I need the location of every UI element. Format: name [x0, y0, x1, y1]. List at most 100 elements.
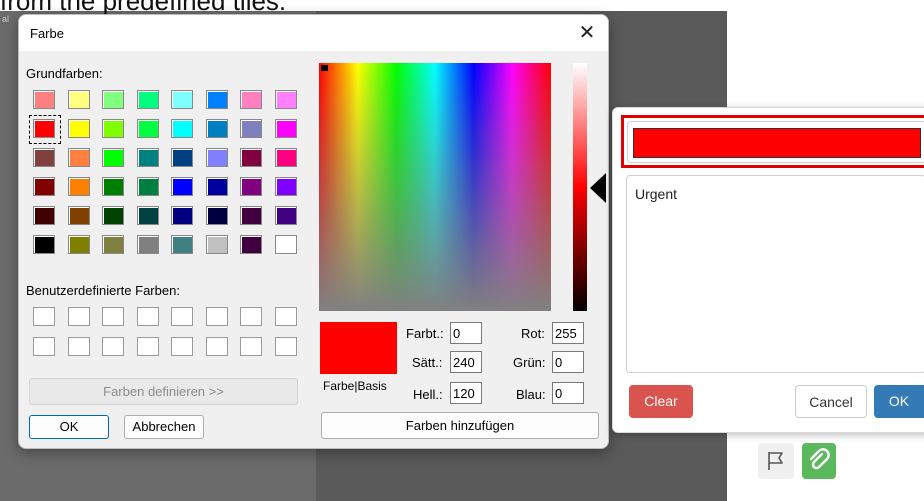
- custom-color-swatch[interactable]: [171, 307, 193, 326]
- custom-color-swatch[interactable]: [240, 307, 262, 326]
- color-spectrum[interactable]: [319, 63, 551, 311]
- custom-color-swatch[interactable]: [33, 307, 55, 326]
- basic-color-swatch[interactable]: [240, 177, 262, 196]
- basic-color-swatch[interactable]: [67, 148, 90, 167]
- flag-button[interactable]: [758, 443, 794, 479]
- define-colors-button[interactable]: Farben definieren >>: [29, 378, 298, 405]
- color-preview: [320, 322, 397, 374]
- basic-color-swatch[interactable]: [205, 206, 228, 225]
- custom-color-swatch[interactable]: [240, 337, 262, 356]
- basic-color-swatch[interactable]: [171, 206, 193, 225]
- basic-color-swatch[interactable]: [33, 206, 55, 225]
- blue-label: Blau:: [516, 387, 546, 402]
- basic-color-swatch[interactable]: [102, 177, 124, 196]
- custom-color-swatch[interactable]: [171, 337, 193, 356]
- basic-color-swatch[interactable]: [171, 177, 193, 196]
- clear-button[interactable]: Clear: [629, 385, 693, 418]
- basic-color-swatch[interactable]: [67, 90, 90, 109]
- custom-colors-label: Benutzerdefinierte Farben:: [26, 283, 180, 298]
- custom-color-swatch[interactable]: [205, 307, 228, 326]
- custom-color-swatch[interactable]: [136, 307, 159, 326]
- basic-color-swatch[interactable]: [240, 206, 262, 225]
- basic-color-swatch[interactable]: [240, 235, 262, 254]
- basic-color-swatch[interactable]: [274, 235, 297, 254]
- basic-color-swatch[interactable]: [274, 148, 297, 167]
- custom-color-swatch[interactable]: [102, 307, 124, 326]
- basic-color-swatch[interactable]: [33, 148, 55, 167]
- flag-icon: [768, 452, 783, 470]
- basic-color-swatch[interactable]: [33, 177, 55, 196]
- basic-color-swatch[interactable]: [205, 235, 228, 254]
- cancel-button[interactable]: Cancel: [795, 385, 867, 418]
- custom-color-swatch[interactable]: [67, 307, 90, 326]
- lum-label: Hell.:: [413, 387, 443, 402]
- basic-color-swatch[interactable]: [136, 148, 159, 167]
- preview-label: Farbe|Basis: [323, 379, 387, 393]
- luminance-slider[interactable]: [573, 63, 587, 311]
- custom-color-swatch[interactable]: [274, 307, 297, 326]
- background-label: al: [2, 14, 10, 24]
- highlight-frame: [621, 115, 924, 168]
- basic-color-swatch[interactable]: [33, 235, 55, 254]
- green-field[interactable]: 0: [552, 351, 584, 373]
- basic-color-swatch[interactable]: [205, 177, 228, 196]
- basic-color-swatch[interactable]: [240, 90, 262, 109]
- basic-color-swatch[interactable]: [67, 177, 90, 196]
- basic-color-swatch[interactable]: [136, 206, 159, 225]
- basic-colors-label: Grundfarben:: [26, 66, 103, 81]
- spectrum-crosshair[interactable]: [321, 65, 328, 71]
- dialog-ok-button[interactable]: OK: [29, 415, 109, 439]
- green-label: Grün:: [513, 355, 546, 370]
- basic-color-swatch[interactable]: [136, 90, 159, 109]
- blue-field[interactable]: 0: [552, 382, 584, 404]
- basic-color-swatch[interactable]: [205, 90, 228, 109]
- dialog-titlebar: Farbe ✕: [19, 15, 608, 51]
- sat-field[interactable]: 240: [450, 351, 482, 373]
- basic-color-swatch[interactable]: [67, 119, 90, 138]
- dialog-cancel-button[interactable]: Abbrechen: [124, 415, 204, 439]
- hue-label: Farbt.:: [406, 326, 444, 341]
- hue-field[interactable]: 0: [450, 322, 482, 344]
- paperclip-icon: [809, 448, 830, 470]
- basic-color-swatch[interactable]: [67, 235, 90, 254]
- basic-color-swatch[interactable]: [102, 206, 124, 225]
- attach-button[interactable]: [802, 443, 836, 479]
- basic-color-swatch[interactable]: [171, 119, 193, 138]
- custom-color-swatch[interactable]: [102, 337, 124, 356]
- basic-color-swatch[interactable]: [274, 206, 297, 225]
- basic-color-swatch[interactable]: [102, 148, 124, 167]
- basic-color-swatch[interactable]: [33, 90, 55, 109]
- add-custom-colors-button[interactable]: Farben hinzufügen: [321, 412, 599, 439]
- custom-color-swatch[interactable]: [205, 337, 228, 356]
- basic-color-swatch[interactable]: [274, 90, 297, 109]
- basic-color-swatch[interactable]: [136, 119, 159, 138]
- basic-color-swatch[interactable]: [102, 90, 124, 109]
- basic-color-swatch[interactable]: [205, 119, 228, 138]
- basic-color-swatch[interactable]: [205, 148, 228, 167]
- custom-color-swatch[interactable]: [67, 337, 90, 356]
- basic-color-swatch[interactable]: [240, 148, 262, 167]
- dialog-title: Farbe: [30, 26, 64, 41]
- note-textarea[interactable]: Urgent: [626, 175, 924, 373]
- basic-color-swatch[interactable]: [171, 235, 193, 254]
- custom-color-swatch[interactable]: [33, 337, 55, 356]
- luminance-arrow-icon[interactable]: [590, 173, 606, 203]
- basic-color-swatch[interactable]: [171, 90, 193, 109]
- basic-color-swatch[interactable]: [171, 148, 193, 167]
- color-dialog: Farbe ✕ Grundfarben: Benutzerdefinierte …: [18, 14, 609, 449]
- basic-color-swatch[interactable]: [102, 235, 124, 254]
- basic-color-swatch[interactable]: [240, 119, 262, 138]
- basic-color-swatch[interactable]: [102, 119, 124, 138]
- close-button[interactable]: ✕: [572, 19, 602, 47]
- custom-color-swatch[interactable]: [136, 337, 159, 356]
- ok-button[interactable]: OK: [874, 385, 924, 418]
- basic-color-swatch[interactable]: [33, 119, 55, 138]
- basic-color-swatch[interactable]: [274, 177, 297, 196]
- basic-color-swatch[interactable]: [67, 206, 90, 225]
- basic-color-swatch[interactable]: [136, 235, 159, 254]
- basic-color-swatch[interactable]: [136, 177, 159, 196]
- custom-color-swatch[interactable]: [274, 337, 297, 356]
- red-field[interactable]: 255: [552, 322, 584, 344]
- lum-field[interactable]: 120: [450, 382, 482, 404]
- basic-color-swatch[interactable]: [274, 119, 297, 138]
